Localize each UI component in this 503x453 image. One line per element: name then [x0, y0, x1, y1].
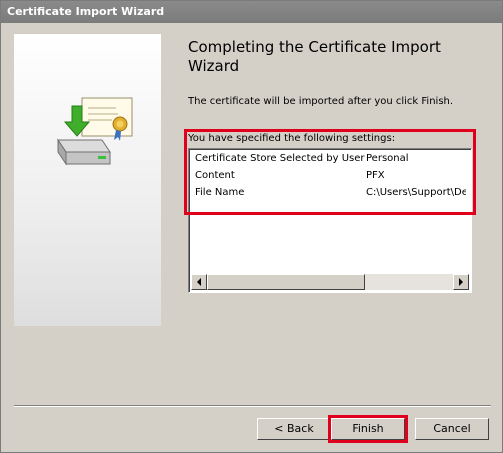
setting-name: Certificate Store Selected by User [195, 153, 365, 164]
wizard-side-panel [14, 34, 161, 326]
back-button[interactable]: < Back [257, 418, 331, 440]
setting-value: Personal [366, 153, 409, 164]
setting-value: PFX [366, 170, 385, 181]
scroll-right-button[interactable] [453, 274, 469, 290]
settings-label: You have specified the following setting… [188, 133, 396, 144]
certificate-import-icon [57, 97, 133, 166]
window-title: Certificate Import Wizard [1, 1, 502, 23]
scrollbar-thumb[interactable] [207, 274, 365, 290]
setting-name: Content [195, 170, 235, 181]
setting-value: C:\Users\Support\Des [366, 187, 466, 198]
certificate-import-wizard-window: Certificate Import Wizard Completing the… [0, 0, 503, 453]
settings-list[interactable]: Certificate Store Selected by User Perso… [188, 148, 472, 293]
page-description: The certificate will be imported after y… [188, 96, 454, 107]
arrow-left-icon [197, 278, 201, 286]
setting-name: File Name [195, 187, 245, 198]
cancel-button[interactable]: Cancel [415, 418, 489, 440]
scroll-left-button[interactable] [191, 274, 207, 290]
divider [14, 405, 491, 407]
finish-button[interactable]: Finish [330, 417, 406, 441]
arrow-right-icon [459, 278, 463, 286]
horizontal-scrollbar[interactable] [191, 274, 469, 290]
page-title: Completing the Certificate Import Wizard [188, 38, 441, 75]
